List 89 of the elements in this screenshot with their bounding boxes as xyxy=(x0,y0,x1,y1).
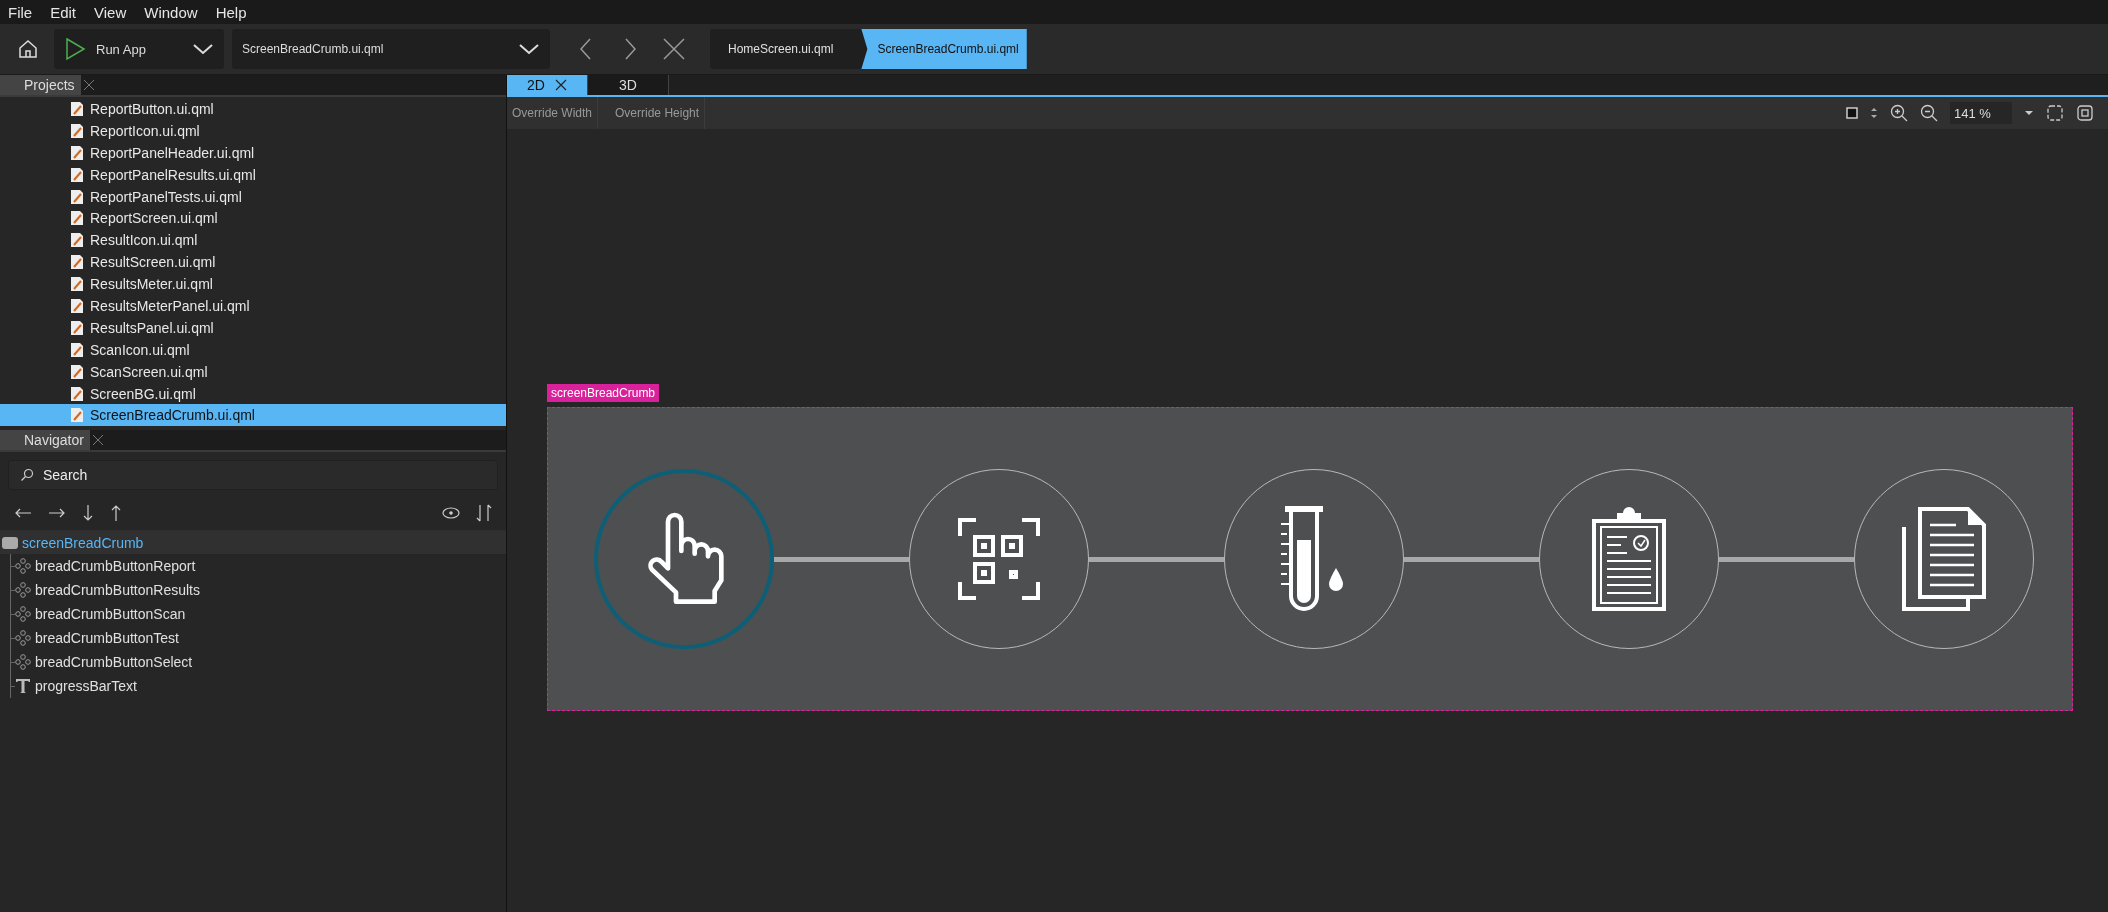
chevron-down-icon xyxy=(518,42,540,56)
component-icon xyxy=(15,630,31,647)
menu-item[interactable]: Help xyxy=(215,3,247,21)
documents-icon xyxy=(1902,507,1986,611)
view-tab[interactable]: 3D xyxy=(588,75,669,95)
item-label: screenBreadCrumb xyxy=(547,384,660,402)
eye-icon[interactable] xyxy=(442,507,460,520)
component-icon xyxy=(15,558,31,575)
component-icon xyxy=(15,654,31,671)
project-list-item[interactable]: ResultsMeter.ui.qml xyxy=(0,273,506,295)
tree-item[interactable]: progressBarText xyxy=(11,674,200,699)
close-icon[interactable] xyxy=(554,79,567,91)
file-dropdown[interactable]: ScreenBreadCrumb.ui.qml xyxy=(232,29,550,69)
zoom-out-icon[interactable] xyxy=(1920,104,1938,122)
tree-item[interactable]: breadCrumbButtonScan xyxy=(11,602,200,627)
menu-item[interactable]: Edit xyxy=(50,3,77,21)
fit-screen-icon[interactable] xyxy=(2076,104,2094,122)
search-icon xyxy=(20,468,34,483)
file-icon xyxy=(70,166,84,183)
tree-item[interactable]: breadCrumbButtonResults xyxy=(11,578,200,603)
sort-icon[interactable] xyxy=(476,504,492,523)
search-field[interactable]: Search xyxy=(8,460,498,491)
project-list-item[interactable]: ReportPanelResults.ui.qml xyxy=(0,163,506,186)
item-icon xyxy=(2,537,18,550)
tree-item[interactable]: breadCrumbButtonTest xyxy=(11,626,200,651)
breadcrumb-frame[interactable] xyxy=(547,407,2073,711)
zoom-in-icon[interactable] xyxy=(1890,104,1908,122)
spinner-icon[interactable] xyxy=(1870,106,1878,120)
project-list-item[interactable]: ReportButton.ui.qml xyxy=(0,98,506,120)
panel-tab[interactable]: Navigator xyxy=(0,430,90,451)
chevron-down-icon xyxy=(192,42,214,56)
menu-item[interactable]: View xyxy=(94,3,127,21)
file-icon xyxy=(70,407,84,424)
project-list-item[interactable]: ResultsPanel.ui.qml xyxy=(0,316,506,339)
text-icon xyxy=(15,678,31,695)
run-app-button[interactable]: Run App xyxy=(54,29,224,69)
file-icon xyxy=(70,319,84,336)
close-icon[interactable] xyxy=(82,79,95,91)
file-icon xyxy=(70,232,84,249)
override-height-button[interactable]: Override Height xyxy=(610,97,706,129)
project-list-item[interactable]: ResultScreen.ui.qml xyxy=(0,251,506,274)
file-icon xyxy=(70,254,84,271)
file-icon xyxy=(70,210,84,227)
file-icon xyxy=(70,297,84,314)
project-list-item[interactable]: ReportIcon.ui.qml xyxy=(0,119,506,142)
file-icon xyxy=(70,385,84,402)
background-color-icon[interactable] xyxy=(1846,107,1858,119)
file-icon xyxy=(70,144,84,161)
arrow-down-icon[interactable] xyxy=(82,504,94,523)
project-list-item[interactable]: ScreenBG.ui.qml xyxy=(0,382,506,405)
zoom-field[interactable]: 141 % xyxy=(1950,102,2012,124)
close-icon[interactable] xyxy=(91,434,104,447)
project-list-item[interactable]: ReportScreen.ui.qml xyxy=(0,207,506,230)
arrow-up-icon[interactable] xyxy=(110,504,122,523)
tree-item[interactable]: breadCrumbButtonReport xyxy=(11,554,200,579)
dropdown-icon[interactable] xyxy=(2024,109,2034,117)
file-icon xyxy=(70,188,84,205)
close-icon xyxy=(662,37,686,61)
override-width-button[interactable]: Override Width xyxy=(507,97,599,129)
breadcrumb-tab[interactable]: HomeScreen.ui.qml xyxy=(710,29,862,69)
project-list-item[interactable]: ScanScreen.ui.qml xyxy=(0,360,506,383)
panel-tab[interactable]: Projects xyxy=(0,75,81,95)
component-icon xyxy=(15,606,31,623)
menu-item[interactable]: Window xyxy=(144,3,198,21)
tree-item[interactable]: screenBreadCrumb xyxy=(0,532,506,555)
project-list-item[interactable]: ScreenBreadCrumb.ui.qml xyxy=(0,404,506,427)
tree-item[interactable]: breadCrumbButtonSelect xyxy=(11,650,200,675)
chevron-right-icon xyxy=(622,37,638,61)
file-icon xyxy=(70,341,84,358)
clipboard-icon xyxy=(1591,507,1667,611)
project-list-item[interactable]: ScanIcon.ui.qml xyxy=(0,338,506,361)
file-icon xyxy=(70,100,84,117)
component-icon xyxy=(15,582,31,599)
view-tab[interactable]: 2D xyxy=(507,75,588,95)
menu-item[interactable]: File xyxy=(8,3,33,21)
home-icon xyxy=(17,38,39,60)
project-list-item[interactable]: ResultsMeterPanel.ui.qml xyxy=(0,295,506,317)
qr-code-icon xyxy=(958,518,1040,600)
step-circle[interactable] xyxy=(594,469,774,649)
play-icon xyxy=(64,37,86,61)
project-list-item[interactable]: ReportPanelTests.ui.qml xyxy=(0,185,506,208)
fit-selection-icon[interactable] xyxy=(2046,104,2064,122)
file-icon xyxy=(70,363,84,380)
file-icon xyxy=(70,276,84,293)
chevron-left-icon xyxy=(578,37,594,61)
breadcrumb-tab[interactable]: ScreenBreadCrumb.ui.qml xyxy=(861,29,1027,69)
file-icon xyxy=(70,122,84,139)
project-list-item[interactable]: ResultIcon.ui.qml xyxy=(0,229,506,252)
project-list-item[interactable]: ReportPanelHeader.ui.qml xyxy=(0,141,506,164)
